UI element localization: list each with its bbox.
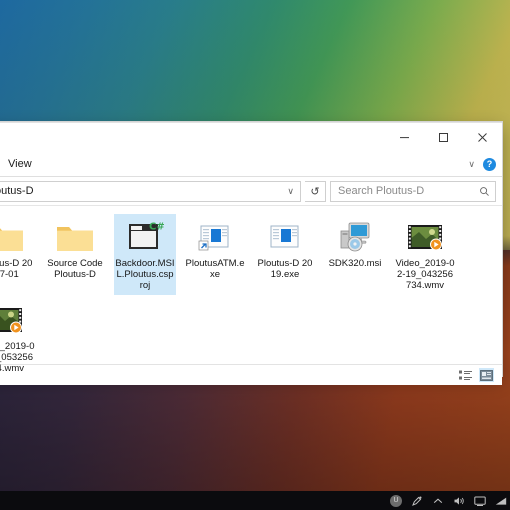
refresh-button[interactable]: ↺ — [305, 181, 326, 202]
address-bar-row: outus-D ∨ ↺ Search Ploutus-D — [0, 177, 502, 206]
search-icon — [479, 186, 490, 197]
file-item-folder[interactable]: Source Code Ploutus-D — [44, 214, 106, 295]
file-name: Video_2019-02-19_043256734.wmv — [395, 258, 455, 291]
desktop-screen: View ∨ ? outus-D ∨ ↺ Search Ploutus-D — [0, 0, 510, 510]
file-item-csproj[interactable]: C# Backdoor.MSIL.Ploutus.csproj — [114, 214, 176, 295]
large-icons-view-icon[interactable] — [479, 368, 494, 382]
file-name: SDK320.msi — [329, 258, 382, 269]
file-item-exe-shortcut[interactable]: PloutusATM.exe — [184, 214, 246, 295]
address-bar[interactable]: outus-D ∨ — [0, 181, 301, 202]
close-button[interactable] — [463, 123, 502, 152]
pen-ink-icon[interactable] — [411, 495, 423, 507]
volume-speaker-icon[interactable] — [453, 495, 465, 507]
file-name: Source Code Ploutus-D — [45, 258, 105, 280]
file-name: Ploutus-D 2019.exe — [255, 258, 315, 280]
show-hidden-icons-chevron-icon[interactable] — [432, 495, 444, 507]
file-explorer-window: View ∨ ? outus-D ∨ ↺ Search Ploutus-D — [0, 122, 502, 376]
folder-icon — [52, 217, 98, 253]
tab-view[interactable]: View — [0, 154, 44, 175]
application-icon — [262, 217, 308, 253]
file-item-video[interactable]: Video_2019-02-19_053256734.wmv — [0, 297, 36, 378]
video-thumbnail-icon — [402, 217, 448, 253]
search-placeholder: Search Ploutus-D — [338, 185, 424, 197]
application-shortcut-icon — [192, 217, 238, 253]
expand-ribbon-chevron-icon[interactable]: ∨ — [468, 159, 475, 170]
address-path-text: outus-D — [0, 185, 281, 197]
file-item-exe[interactable]: Ploutus-D 2019.exe — [254, 214, 316, 295]
window-titlebar[interactable] — [0, 122, 502, 152]
search-input[interactable]: Search Ploutus-D — [330, 181, 496, 202]
help-icon[interactable]: ? — [483, 158, 496, 171]
csharp-project-icon: C# — [122, 217, 168, 253]
status-bar — [0, 364, 502, 385]
action-center-icon[interactable] — [474, 495, 486, 507]
file-item-folder[interactable]: Ploutus-D 201-7-01 — [0, 214, 36, 295]
folder-icon — [0, 217, 28, 253]
network-icon[interactable] — [495, 495, 507, 507]
address-dropdown-chevron-icon[interactable]: ∨ — [281, 186, 300, 197]
file-name: Ploutus-D 201-7-01 — [0, 258, 35, 280]
minimize-button[interactable] — [385, 123, 424, 152]
file-name: PloutusATM.exe — [185, 258, 245, 280]
file-item-video[interactable]: Video_2019-02-19_043256734.wmv — [394, 214, 456, 295]
maximize-button[interactable] — [424, 123, 463, 152]
file-item-msi[interactable]: SDK320.msi — [324, 214, 386, 295]
video-thumbnail-icon — [0, 300, 28, 336]
svg-text:C#: C# — [149, 222, 164, 233]
ribbon-right-controls: ∨ ? — [468, 158, 496, 171]
file-name: Backdoor.MSIL.Ploutus.csproj — [115, 258, 175, 291]
taskbar[interactable]: U — [0, 491, 510, 510]
user-account-icon[interactable]: U — [390, 495, 402, 507]
system-tray: U — [390, 495, 510, 507]
ribbon-tabs: View — [0, 152, 44, 176]
window-controls — [385, 123, 502, 152]
file-name: Video_2019-02-19_053256734.wmv — [0, 341, 35, 374]
file-list-view[interactable]: Ploutus-D 201-7-01 Source Code Ploutus-D — [0, 206, 502, 364]
details-view-icon[interactable] — [458, 368, 473, 382]
msi-installer-icon — [332, 217, 378, 253]
ribbon-tab-strip: View ∨ ? — [0, 152, 502, 177]
